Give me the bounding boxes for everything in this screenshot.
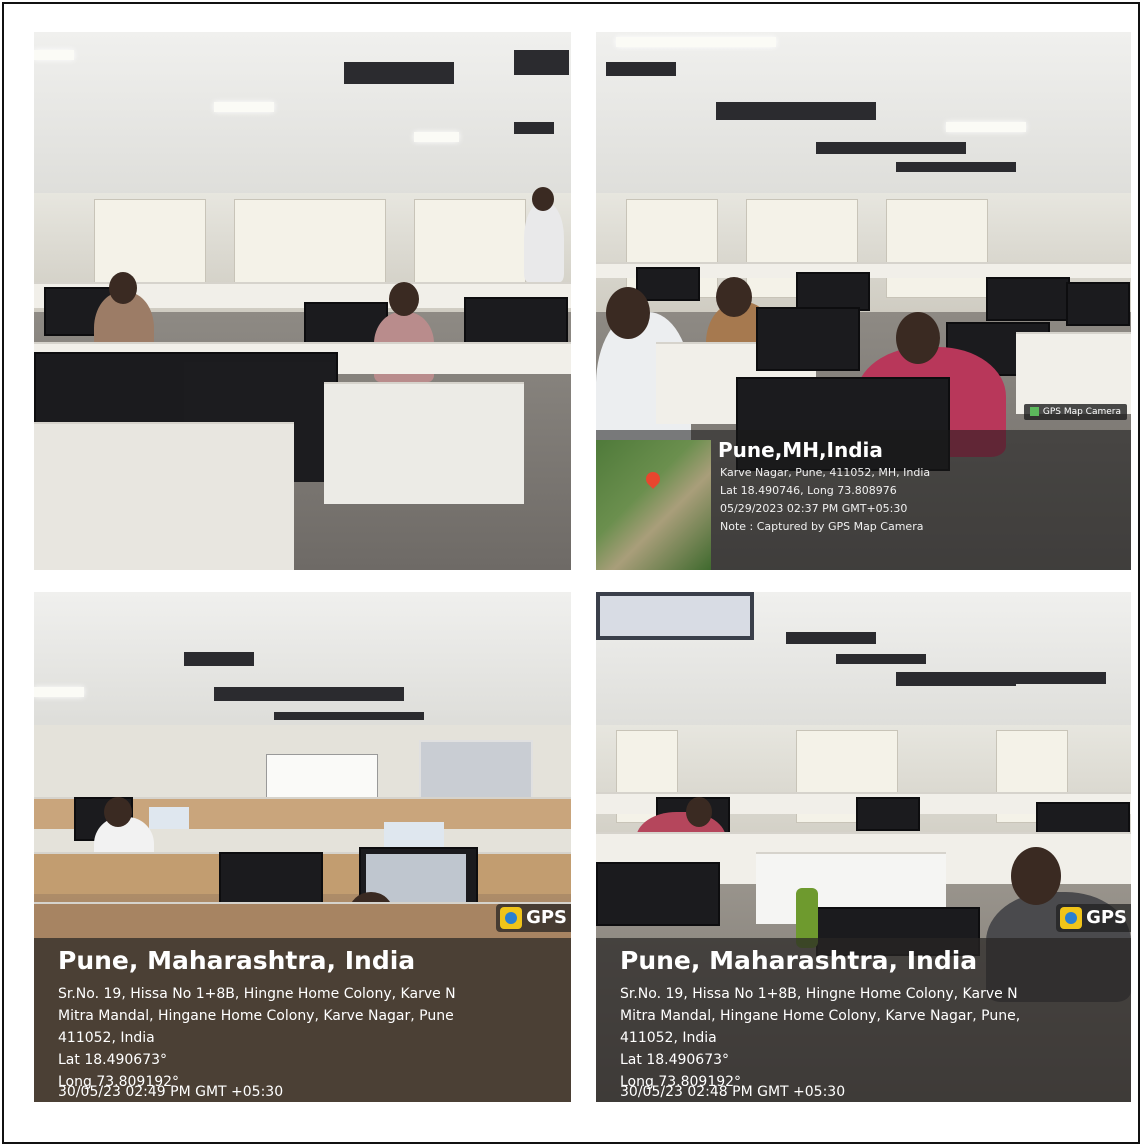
overlay-latitude: Lat 18.490673° <box>58 1052 168 1068</box>
overlay-datetime: 05/29/2023 02:37 PM GMT+05:30 <box>720 502 908 515</box>
overlay-address-line-1: Sr.No. 19, Hissa No 1+8B, Hingne Home Co… <box>620 986 1018 1002</box>
gps-overlay: GPS Pune, Maharashtra, India Sr.No. 19, … <box>34 904 571 1102</box>
gps-camera-badge-label: GPS Map Camera <box>1042 407 1121 417</box>
overlay-address-line-2: Mitra Mandal, Hingane Home Colony, Karve… <box>58 1008 454 1024</box>
gps-camera-icon <box>1029 407 1039 416</box>
photo-top-left <box>34 32 571 570</box>
gps-tab-label: GPS <box>526 907 567 928</box>
photo-top-right: GPS Map Camera Pune,MH,India Karve Nagar… <box>596 32 1131 570</box>
overlay-latitude: Lat 18.490673° <box>620 1052 730 1068</box>
projector-screen <box>419 740 533 800</box>
gps-overlay: GPS Map Camera Pune,MH,India Karve Nagar… <box>596 404 1131 570</box>
overlay-address-line-3: 411052, India <box>58 1030 155 1046</box>
overlay-address-line-3: 411052, India <box>620 1030 717 1046</box>
gps-tab-label: GPS <box>1086 907 1127 928</box>
overlay-address-line-1: Sr.No. 19, Hissa No 1+8B, Hingne Home Co… <box>58 986 456 1002</box>
overlay-city: Pune, Maharashtra, India <box>58 946 416 975</box>
whiteboard <box>266 754 378 802</box>
photo-collage-frame: GPS Map Camera Pune,MH,India Karve Nagar… <box>2 2 1140 1144</box>
gps-app-icon <box>500 907 523 929</box>
overlay-city: Pune, Maharashtra, India <box>620 946 978 975</box>
gps-camera-badge: GPS Map Camera <box>1023 404 1127 420</box>
map-thumbnail <box>596 440 711 570</box>
gps-overlay: GPS Pune, Maharashtra, India Sr.No. 19, … <box>596 904 1131 1102</box>
gps-app-icon <box>1060 907 1083 929</box>
photo-bottom-left: GPS Pune, Maharashtra, India Sr.No. 19, … <box>34 592 571 1102</box>
overlay-address-line-2: Mitra Mandal, Hingane Home Colony, Karve… <box>620 1008 1021 1024</box>
overlay-note: Note : Captured by GPS Map Camera <box>720 520 924 533</box>
overlay-datetime: 30/05/23 02:49 PM GMT +05:30 <box>58 1084 284 1100</box>
photo-bottom-right: GPS Pune, Maharashtra, India Sr.No. 19, … <box>596 592 1131 1102</box>
overlay-coordinates: Lat 18.490746, Long 73.808976 <box>720 484 897 497</box>
overlay-datetime: 30/05/23 02:48 PM GMT +05:30 <box>620 1084 846 1100</box>
gps-tab: GPS <box>496 904 571 932</box>
overlay-address: Karve Nagar, Pune, 411052, MH, India <box>720 466 931 479</box>
map-pin-icon <box>643 469 663 489</box>
overlay-city: Pune,MH,India <box>718 438 883 462</box>
gps-tab: GPS <box>1056 904 1131 932</box>
